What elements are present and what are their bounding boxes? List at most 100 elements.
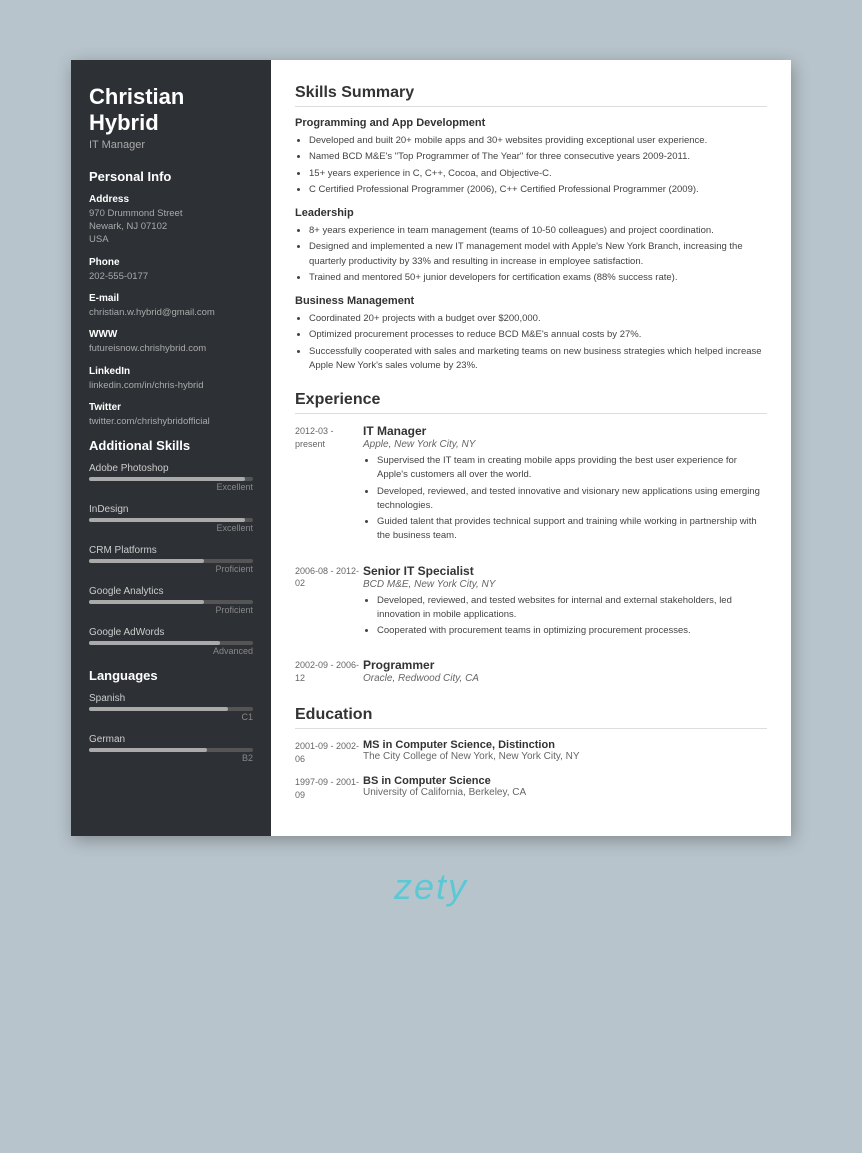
education-item: 1997-09 - 2001-09 BS in Computer Science… bbox=[295, 775, 767, 801]
language-level: C1 bbox=[89, 712, 253, 722]
education-list: 2001-09 - 2002-06 MS in Computer Science… bbox=[295, 739, 767, 801]
bullet-item: Successfully cooperated with sales and m… bbox=[309, 345, 767, 374]
skill-bar-fill bbox=[89, 477, 245, 481]
sidebar: Christian Hybrid IT Manager Personal Inf… bbox=[71, 60, 271, 836]
skill-name: CRM Platforms bbox=[89, 545, 253, 556]
bullet-item: Guided talent that provides technical su… bbox=[377, 515, 767, 544]
bullet-item: Trained and mentored 50+ junior develope… bbox=[309, 271, 767, 285]
bullet-item: Named BCD M&E's "Top Programmer of The Y… bbox=[309, 150, 767, 164]
skill-name: InDesign bbox=[89, 504, 253, 515]
skill-level: Excellent bbox=[89, 482, 253, 492]
edu-detail: MS in Computer Science, Distinction The … bbox=[363, 739, 767, 765]
skill-bar-fill bbox=[89, 559, 204, 563]
bullet-item: 15+ years experience in C, C++, Cocoa, a… bbox=[309, 167, 767, 181]
skill-name: Google AdWords bbox=[89, 627, 253, 638]
skill-level: Excellent bbox=[89, 523, 253, 533]
exp-job-title: Programmer bbox=[363, 658, 767, 672]
bullet-item: Developed and built 20+ mobile apps and … bbox=[309, 134, 767, 148]
skill-bar-fill bbox=[89, 518, 245, 522]
language-item: German B2 bbox=[89, 734, 253, 763]
www-value: futureisnow.chrishybrid.com bbox=[89, 342, 253, 355]
skill-item: Adobe Photoshop Excellent bbox=[89, 463, 253, 492]
bullet-item: Cooperated with procurement teams in opt… bbox=[377, 624, 767, 638]
exp-job-title: IT Manager bbox=[363, 424, 767, 438]
additional-skills-heading: Additional Skills bbox=[89, 438, 253, 453]
bullet-list: Coordinated 20+ projects with a budget o… bbox=[295, 312, 767, 373]
exp-date: 2002-09 - 2006-12 bbox=[295, 658, 363, 688]
exp-company: Oracle, Redwood City, CA bbox=[363, 673, 767, 684]
edu-date: 1997-09 - 2001-09 bbox=[295, 775, 363, 801]
language-bar-bg bbox=[89, 748, 253, 752]
linkedin-value: linkedin.com/in/chris-hybrid bbox=[89, 379, 253, 392]
languages-list: Spanish C1 German B2 bbox=[89, 693, 253, 763]
skill-level: Advanced bbox=[89, 646, 253, 656]
bullet-item: Optimized procurement processes to reduc… bbox=[309, 328, 767, 342]
bullet-item: Supervised the IT team in creating mobil… bbox=[377, 454, 767, 483]
language-name: German bbox=[89, 734, 253, 745]
zety-watermark: zety bbox=[394, 866, 468, 908]
skills-subsection: Leadership 8+ years experience in team m… bbox=[295, 207, 767, 285]
language-bar-bg bbox=[89, 707, 253, 711]
twitter-value: twitter.com/chrishybridofficial bbox=[89, 415, 253, 428]
language-name: Spanish bbox=[89, 693, 253, 704]
experience-heading: Experience bbox=[295, 391, 767, 414]
exp-company: Apple, New York City, NY bbox=[363, 439, 767, 450]
skill-bar-fill bbox=[89, 641, 220, 645]
language-item: Spanish C1 bbox=[89, 693, 253, 722]
exp-detail: Senior IT Specialist BCD M&E, New York C… bbox=[363, 564, 767, 645]
languages-heading: Languages bbox=[89, 668, 253, 683]
bullet-item: Coordinated 20+ projects with a budget o… bbox=[309, 312, 767, 326]
bullet-item: Developed, reviewed, and tested innovati… bbox=[377, 485, 767, 514]
address-label: Address bbox=[89, 194, 253, 205]
www-label: WWW bbox=[89, 329, 253, 340]
email-label: E-mail bbox=[89, 293, 253, 304]
person-name: Christian Hybrid bbox=[89, 84, 253, 137]
skill-item: CRM Platforms Proficient bbox=[89, 545, 253, 574]
edu-degree: BS in Computer Science bbox=[363, 775, 767, 787]
skill-bar-bg bbox=[89, 600, 253, 604]
person-title: IT Manager bbox=[89, 139, 253, 151]
exp-company: BCD M&E, New York City, NY bbox=[363, 579, 767, 590]
skills-subsection: Business Management Coordinated 20+ proj… bbox=[295, 295, 767, 373]
language-bar-fill bbox=[89, 748, 207, 752]
skill-bar-bg bbox=[89, 559, 253, 563]
skill-bar-fill bbox=[89, 600, 204, 604]
skills-summary-content: Programming and App Development Develope… bbox=[295, 117, 767, 373]
skill-item: Google AdWords Advanced bbox=[89, 627, 253, 656]
experience-item: 2012-03 - present IT Manager Apple, New … bbox=[295, 424, 767, 550]
skill-item: InDesign Excellent bbox=[89, 504, 253, 533]
exp-date: 2006-08 - 2012-02 bbox=[295, 564, 363, 645]
subsection-title: Leadership bbox=[295, 207, 767, 219]
exp-detail: IT Manager Apple, New York City, NY Supe… bbox=[363, 424, 767, 550]
exp-bullet-list: Developed, reviewed, and tested websites… bbox=[363, 594, 767, 639]
resume-document: Christian Hybrid IT Manager Personal Inf… bbox=[71, 60, 791, 836]
skill-bar-bg bbox=[89, 641, 253, 645]
edu-degree: MS in Computer Science, Distinction bbox=[363, 739, 767, 751]
phone-value: 202-555-0177 bbox=[89, 270, 253, 283]
exp-detail: Programmer Oracle, Redwood City, CA bbox=[363, 658, 767, 688]
skill-name: Google Analytics bbox=[89, 586, 253, 597]
bullet-list: 8+ years experience in team management (… bbox=[295, 224, 767, 285]
bullet-item: 8+ years experience in team management (… bbox=[309, 224, 767, 238]
subsection-title: Programming and App Development bbox=[295, 117, 767, 129]
experience-list: 2012-03 - present IT Manager Apple, New … bbox=[295, 424, 767, 688]
skill-level: Proficient bbox=[89, 605, 253, 615]
main-content: Skills Summary Programming and App Devel… bbox=[271, 60, 791, 836]
linkedin-label: LinkedIn bbox=[89, 366, 253, 377]
skills-subsection: Programming and App Development Develope… bbox=[295, 117, 767, 197]
experience-item: 2002-09 - 2006-12 Programmer Oracle, Red… bbox=[295, 658, 767, 688]
edu-date: 2001-09 - 2002-06 bbox=[295, 739, 363, 765]
bullet-list: Developed and built 20+ mobile apps and … bbox=[295, 134, 767, 197]
personal-info-heading: Personal Info bbox=[89, 169, 253, 184]
bullet-item: Developed, reviewed, and tested websites… bbox=[377, 594, 767, 623]
language-level: B2 bbox=[89, 753, 253, 763]
twitter-label: Twitter bbox=[89, 402, 253, 413]
address-value: 970 Drummond StreetNewark, NJ 07102USA bbox=[89, 207, 253, 247]
skill-bar-bg bbox=[89, 518, 253, 522]
bullet-item: C Certified Professional Programmer (200… bbox=[309, 183, 767, 197]
skill-name: Adobe Photoshop bbox=[89, 463, 253, 474]
edu-school: University of California, Berkeley, CA bbox=[363, 787, 767, 798]
email-value: christian.w.hybrid@gmail.com bbox=[89, 306, 253, 319]
subsection-title: Business Management bbox=[295, 295, 767, 307]
exp-bullet-list: Supervised the IT team in creating mobil… bbox=[363, 454, 767, 544]
